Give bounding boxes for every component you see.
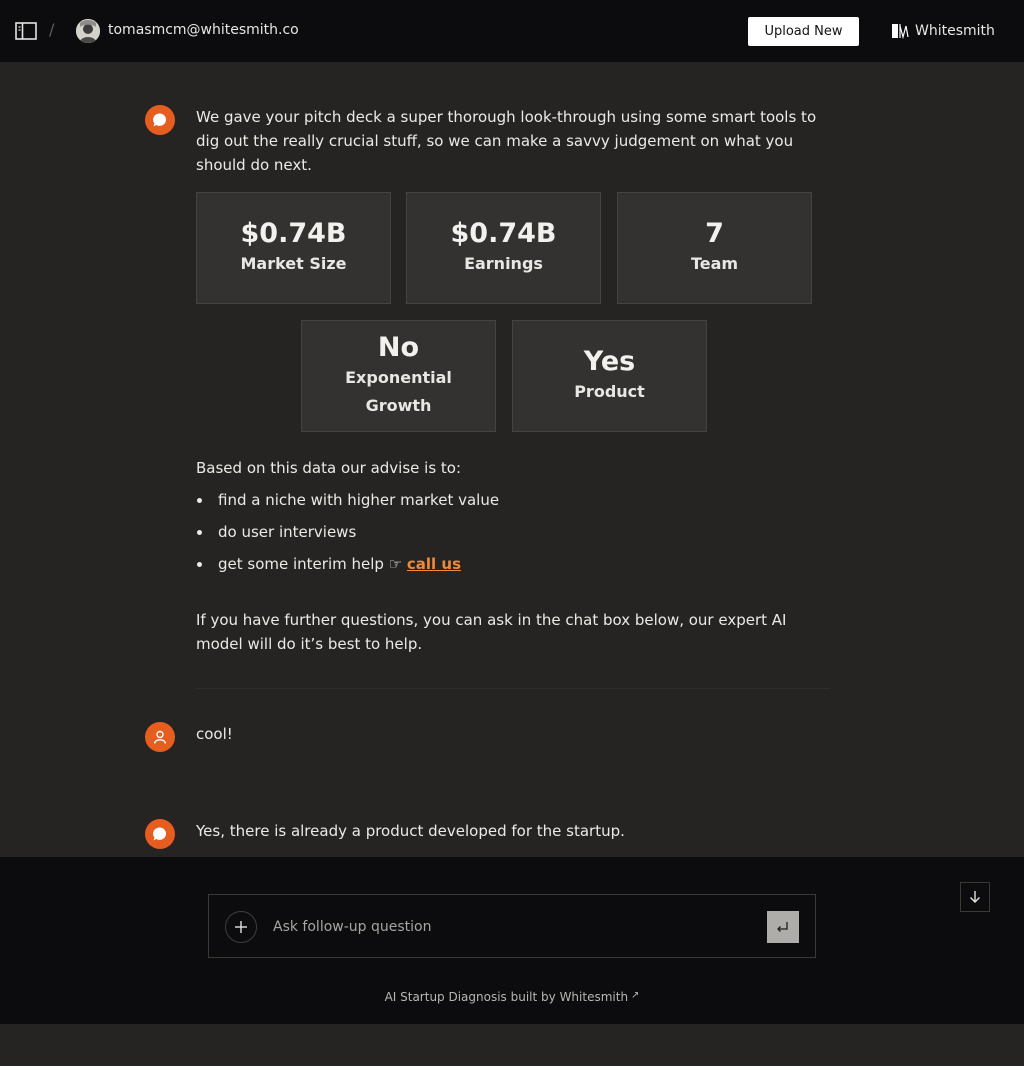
assistant-intro-text: We gave your pitch deck a super thorough…	[196, 108, 817, 174]
list-item: do user interviews	[196, 520, 499, 552]
user-avatar-icon	[145, 722, 175, 752]
brand[interactable]: Whitesmith	[891, 22, 995, 40]
stat-label: Exponential Growth	[345, 368, 452, 415]
avatar[interactable]	[76, 19, 100, 43]
call-us-link[interactable]: call us	[407, 555, 461, 573]
brand-name: Whitesmith	[915, 23, 995, 39]
stat-label: Earnings	[464, 254, 543, 273]
stat-label: Product	[574, 382, 645, 401]
upload-new-button[interactable]: Upload New	[748, 17, 859, 46]
sidebar-toggle-icon[interactable]	[15, 21, 37, 41]
stat-value: No	[377, 332, 420, 363]
message-divider	[196, 688, 830, 689]
list-item: find a niche with higher market value	[196, 488, 499, 520]
whitesmith-logo-icon	[892, 24, 909, 39]
breadcrumb-separator: /	[49, 20, 55, 39]
stat-card-team: 7 Team	[617, 192, 812, 304]
stat-value: $0.74B	[240, 218, 347, 249]
footer-credit-text[interactable]: AI Startup Diagnosis built by Whitesmith	[385, 990, 628, 1004]
arrow-down-icon	[970, 891, 980, 903]
user-email[interactable]: tomasmcm@whitesmith.co	[108, 22, 299, 38]
footer-credit: AI Startup Diagnosis built by Whitesmith…	[0, 990, 1024, 1004]
list-item-text: find a niche with higher market value	[218, 491, 500, 509]
enter-icon	[777, 922, 788, 932]
stat-value: $0.74B	[450, 218, 557, 249]
stat-card-product: Yes Product	[512, 320, 707, 432]
closing-text: If you have further questions, you can a…	[196, 611, 787, 653]
list-item-text: do user interviews	[218, 523, 357, 541]
stat-card-earnings: $0.74B Earnings	[406, 192, 601, 304]
stat-label: Market Size	[240, 254, 347, 273]
external-link-icon: ↗	[631, 990, 640, 1001]
list-item: get some interim help ☞ call us	[196, 552, 499, 584]
follow-up-question-input[interactable]	[273, 913, 753, 941]
stat-label: Team	[690, 254, 739, 273]
advice-intro-text: Based on this data our advise is to:	[196, 459, 462, 477]
stat-card-exponential-growth: No Exponential Growth	[301, 320, 496, 432]
footer-strip	[0, 1024, 1024, 1066]
stat-card-market-size: $0.74B Market Size	[196, 192, 391, 304]
stat-value: Yes	[583, 346, 636, 377]
assistant-reply-text: Yes, there is already a product develope…	[196, 822, 625, 840]
top-bar: / tomasmcm@whitesmith.co Upload New Whit…	[0, 0, 1024, 62]
send-button[interactable]	[767, 911, 799, 943]
chat-composer	[208, 894, 816, 958]
stat-value: 7	[705, 218, 724, 249]
user-message-text: cool!	[196, 725, 233, 743]
scroll-down-button[interactable]	[960, 882, 990, 912]
assistant-chat-icon	[145, 105, 175, 135]
plus-icon	[235, 921, 247, 933]
add-attachment-button[interactable]	[225, 911, 257, 943]
assistant-chat-icon	[145, 819, 175, 849]
list-item-text: get some interim help ☞	[218, 555, 407, 573]
advice-list: find a niche with higher market value do…	[196, 488, 499, 584]
